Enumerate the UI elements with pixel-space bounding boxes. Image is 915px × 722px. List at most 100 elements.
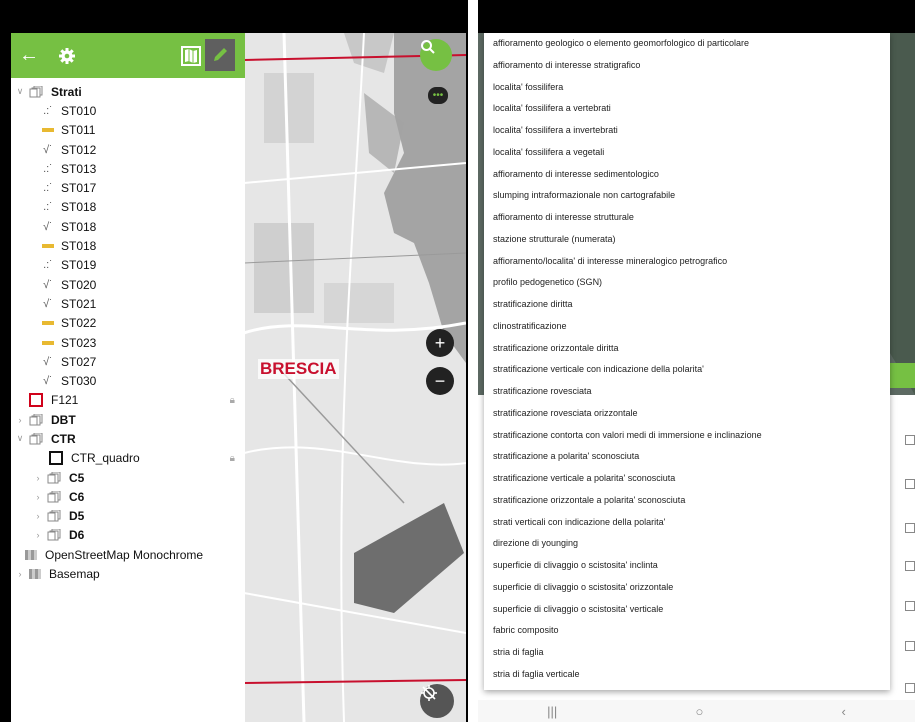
layer-item[interactable]: √˙ ST030 [11,371,245,390]
checkbox[interactable] [905,523,915,533]
map-mode-button[interactable] [179,33,203,78]
layer-item[interactable]: √˙ ST021 [11,294,245,313]
status-bar [478,0,915,33]
layer-item[interactable]: √˙ ST020 [11,275,245,294]
layer-item[interactable]: .:˙ ST010 [11,101,245,120]
dropdown-option[interactable]: affioramento geologico o elemento geomor… [484,33,890,55]
dropdown-option[interactable]: slumping intraformazionale non cartograf… [484,185,890,207]
dropdown-option[interactable]: direzione di younging [484,533,890,555]
layers-icon [47,490,63,503]
dropdown-option[interactable]: stratificazione a polarita' sconosciuta [484,446,890,468]
layer-item[interactable]: ST023 [11,333,245,352]
dropdown-option[interactable]: stratificazione verticale con indicazion… [484,359,890,381]
city-label: BRESCIA [258,359,339,379]
subgroup-item[interactable]: › C6 [11,487,245,506]
layer-item[interactable]: ST022 [11,314,245,333]
dropdown-option[interactable]: strati verticali con indicazione della p… [484,512,890,534]
group-basemap[interactable]: › Basemap [11,564,245,583]
layer-item[interactable]: √˙ ST012 [11,140,245,159]
layers-icon [29,85,45,98]
layer-f121[interactable]: F121 🔒︎ [11,391,245,410]
map-view[interactable]: BRESCIA ••• + − [244,33,466,722]
locate-button[interactable] [420,684,454,718]
layer-ctr-quadro[interactable]: CTR_quadro 🔒︎ [11,449,245,468]
layer-item[interactable]: .:˙ ST018 [11,198,245,217]
group-strati[interactable]: ∨ Strati [11,82,245,101]
layer-osm-monochrome[interactable]: OpenStreetMap Monochrome [11,545,245,564]
zoom-in-button[interactable]: + [426,329,454,357]
dropdown-option[interactable]: localita' fossilifera a vertebrati [484,98,890,120]
dropdown-option[interactable]: stratificazione diritta [484,294,890,316]
back-button[interactable]: ← [17,33,41,78]
dropdown-option[interactable]: localita' fossilifera [484,77,890,99]
back-nav-button[interactable]: ‹ [842,704,846,719]
checkbox[interactable] [905,435,915,445]
dots-symbol-icon: .:˙ [43,201,53,214]
home-button[interactable]: ○ [695,704,703,719]
settings-button[interactable] [55,33,79,78]
layer-item[interactable]: .:˙ ST019 [11,256,245,275]
recent-apps-button[interactable]: ||| [547,704,557,719]
dropdown-option[interactable]: superficie di clivaggio o scistosita' or… [484,577,890,599]
chevron-right-icon: › [36,491,40,502]
type-dropdown-list[interactable]: affioramento geologico o elemento geomor… [484,33,890,690]
group-label: Strati [51,84,82,99]
dropdown-option[interactable]: stratificazione orizzontale diritta [484,338,890,360]
checkbox[interactable] [905,479,915,489]
dropdown-option[interactable]: affioramento di interesse strutturale [484,207,890,229]
checkbox[interactable] [905,561,915,571]
layer-item[interactable]: √˙ ST018 [11,217,245,236]
dropdown-option[interactable]: affioramento di interesse sedimentologic… [484,164,890,186]
layer-label: ST018 [61,219,97,234]
dropdown-option[interactable]: superficie di clivaggio o scistosita' in… [484,555,890,577]
dropdown-option[interactable]: stratificazione orizzontale a polarita' … [484,490,890,512]
ctr-subgroup-list: › C5 › C6 › D5 › D6 [11,468,245,545]
subgroup-item[interactable]: › D6 [11,526,245,545]
checkbox[interactable] [905,641,915,651]
layer-item[interactable]: √˙ ST027 [11,352,245,371]
checkbox[interactable] [905,601,915,611]
layer-label: ST030 [61,374,97,389]
chevron-right-icon: › [18,414,22,425]
dropdown-option[interactable]: stazione strutturale (numerata) [484,229,890,251]
dropdown-option[interactable]: affioramento/localita' di interesse mine… [484,251,890,273]
chevron-down-icon: ∨ [16,433,24,444]
group-ctr[interactable]: ∨ CTR [11,429,245,448]
dropdown-option[interactable]: stria di faglia [484,642,890,664]
zoom-out-button[interactable]: − [426,367,454,395]
layer-item[interactable]: ST011 [11,121,245,140]
dropdown-option[interactable]: localita' fossilifera a invertebrati [484,120,890,142]
layer-item[interactable]: .:˙ ST017 [11,178,245,197]
search-button[interactable] [420,39,452,71]
checkbox[interactable] [905,683,915,693]
group-dbt[interactable]: › DBT [11,410,245,429]
layer-label: ST011 [61,123,96,138]
dropdown-option[interactable]: localita' fossilifera a vegetali [484,142,890,164]
dropdown-option[interactable]: stratificazione contorta con valori medi… [484,425,890,447]
search-icon [421,40,435,54]
dropdown-option[interactable]: stria di faglia verticale [484,664,890,686]
dropdown-option[interactable]: profilo pedogenetico (SGN) [484,272,890,294]
chat-button[interactable]: ••• [428,87,448,104]
dropdown-option[interactable]: stratificazione rovesciata orizzontale [484,403,890,425]
dots-symbol-icon: .:˙ [43,162,53,175]
status-bar [0,0,468,33]
layers-icon [47,528,63,541]
subgroup-item[interactable]: › D5 [11,507,245,526]
dropdown-option[interactable]: stratificazione rovesciata [484,381,890,403]
subgroup-item[interactable]: › C5 [11,468,245,487]
dropdown-option[interactable]: superficie di clivaggio o scistosita' ve… [484,599,890,621]
dropdown-option[interactable]: fabric composito [484,620,890,642]
dropdown-option[interactable]: affioramento di interesse stratigrafico [484,55,890,77]
android-nav-bar: ||| ○ ‹ [478,700,915,722]
arrow-left-icon: ← [19,44,39,66]
layer-label: ST021 [61,296,97,311]
layer-item[interactable]: .:˙ ST013 [11,159,245,178]
line-symbol-icon [41,321,55,326]
layer-label: F121 [51,393,79,408]
layer-tree: ∨ Strati .:˙ ST010 ST011 √˙ ST012 .:˙ ST013 .:˙… [11,78,245,584]
dropdown-option[interactable]: clinostratificazione [484,316,890,338]
layer-item[interactable]: ST018 [11,236,245,255]
edit-mode-button[interactable] [205,39,235,71]
dropdown-option[interactable]: stratificazione verticale a polarita' sc… [484,468,890,490]
